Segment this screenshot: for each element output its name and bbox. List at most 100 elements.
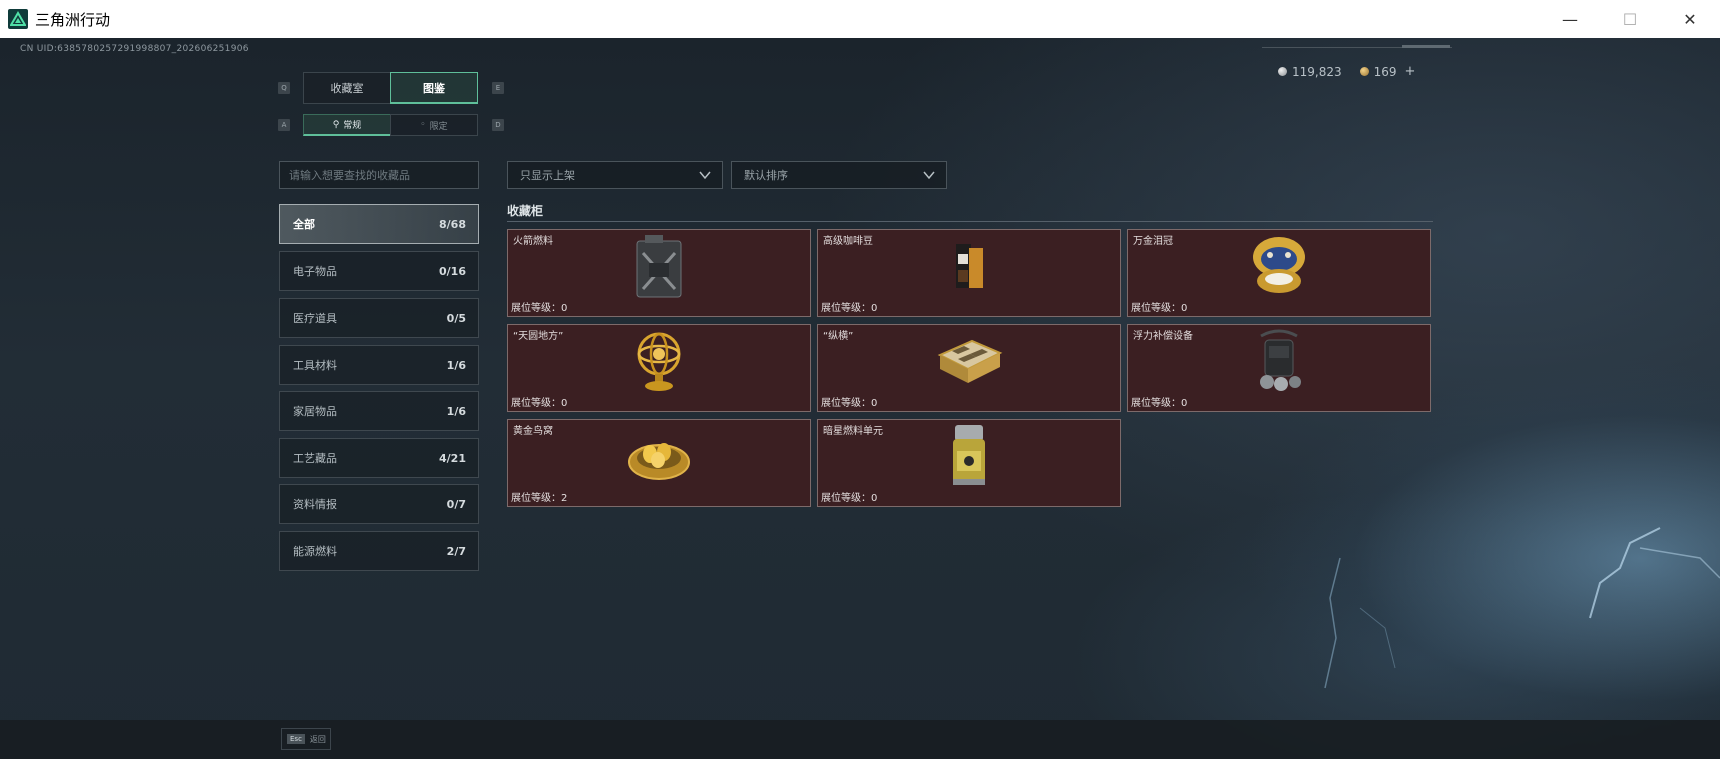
item-card-golden-nest[interactable]: 黄金鸟窝 展位等级：2 — [507, 419, 811, 507]
category-label: 工具材料 — [293, 359, 337, 372]
chevron-down-icon — [923, 171, 935, 180]
item-display-level: 展位等级：0 — [1131, 398, 1188, 409]
silver-amount: 119,823 — [1292, 64, 1342, 79]
limited-icon: ◦ — [420, 120, 426, 130]
sort-dropdown[interactable]: 默认排序 — [731, 161, 947, 189]
category-label: 全部 — [293, 218, 315, 231]
gold-coin-icon — [1359, 67, 1369, 76]
tab-limited[interactable]: ◦ 限定 — [390, 114, 478, 136]
item-name: 浮力补偿设备 — [1133, 331, 1193, 342]
search-input[interactable]: 请输入想要查找的收藏品 — [279, 161, 479, 189]
category-label: 工艺藏品 — [293, 452, 337, 465]
category-all[interactable]: 全部 8/68 — [279, 204, 479, 244]
category-label: 资料情报 — [293, 498, 337, 511]
chevron-down-icon — [699, 171, 711, 180]
top-divider-accent — [1402, 45, 1450, 48]
user-uid: CN UID:6385780257291998807_202606251906 — [20, 44, 249, 54]
close-button[interactable]: ✕ — [1660, 0, 1720, 38]
item-name: 高级咖啡豆 — [823, 236, 873, 247]
category-electronics[interactable]: 电子物品 0/16 — [279, 251, 479, 291]
add-currency-button[interactable]: + — [1405, 64, 1416, 79]
golden-nest-icon — [626, 430, 692, 486]
item-card-bcd[interactable]: 浮力补偿设备 展位等级：0 — [1127, 324, 1431, 412]
item-name: 黄金鸟窝 — [513, 426, 553, 437]
item-card-coffee-beans[interactable]: 高级咖啡豆 展位等级：0 — [817, 229, 1121, 317]
search-placeholder: 请输入想要查找的收藏品 — [289, 169, 410, 182]
back-label: 返回 — [309, 734, 326, 744]
tab-label: 常规 — [343, 121, 362, 131]
window-title: 三角洲行动 — [35, 10, 111, 29]
coffee-bag-icon — [952, 240, 986, 296]
section-title: 收藏柜 — [507, 204, 544, 218]
item-name: 万金泪冠 — [1133, 236, 1173, 247]
bcd-device-icon — [1251, 328, 1307, 398]
item-card-darkstar-fuel-cell[interactable]: 暗星燃料单元 展位等级：0 — [817, 419, 1121, 507]
item-name: “纵横” — [823, 331, 854, 342]
item-card-rocket-fuel[interactable]: 火箭燃料 展位等级：0 — [507, 229, 811, 317]
tab-catalog[interactable]: 图鉴 — [390, 72, 478, 104]
dropdown-value: 默认排序 — [744, 169, 788, 182]
category-household[interactable]: 家居物品 1/6 — [279, 391, 479, 431]
item-name: “天圆地方” — [513, 331, 564, 342]
item-display-level: 展位等级：0 — [821, 493, 878, 504]
item-display-level: 展位等级：0 — [511, 303, 568, 314]
game-viewport: CN UID:6385780257291998807_202606251906 … — [0, 38, 1720, 759]
section-divider — [507, 221, 1433, 222]
minimize-button[interactable]: — — [1540, 0, 1600, 38]
bottom-bar: Esc 返回 — [0, 720, 1720, 759]
tab-label: 收藏室 — [330, 82, 364, 95]
app-logo-icon — [8, 9, 28, 29]
item-name: 火箭燃料 — [513, 236, 553, 247]
key-hint-a: A — [278, 119, 290, 131]
tab-collection-room[interactable]: 收藏室 — [303, 72, 391, 104]
lightning-decoration — [1324, 527, 1720, 689]
category-intel[interactable]: 资料情报 0/7 — [279, 484, 479, 524]
category-count: 0/7 — [446, 497, 466, 511]
back-button[interactable]: Esc 返回 — [281, 728, 331, 750]
category-label: 电子物品 — [293, 265, 337, 278]
category-count: 1/6 — [446, 358, 466, 372]
category-count: 2/7 — [446, 544, 466, 558]
fuel-can-icon — [631, 233, 687, 303]
category-count: 4/21 — [439, 451, 466, 465]
tab-label: 图鉴 — [423, 81, 445, 95]
dropdown-value: 只显示上架 — [520, 169, 575, 182]
category-label: 能源燃料 — [293, 545, 337, 558]
maximize-button[interactable]: ☐ — [1600, 0, 1660, 38]
category-count: 0/16 — [439, 264, 466, 278]
tab-regular[interactable]: ⚲ 常规 — [303, 114, 391, 136]
fuel-cell-icon — [947, 423, 991, 493]
category-crafts[interactable]: 工艺藏品 4/21 — [279, 438, 479, 478]
category-energy[interactable]: 能源燃料 2/7 — [279, 531, 479, 571]
window-titlebar: 三角洲行动 — ☐ ✕ — [0, 0, 1720, 38]
category-tools[interactable]: 工具材料 1/6 — [279, 345, 479, 385]
tab-label: 限定 — [429, 121, 448, 132]
category-count: 8/68 — [439, 217, 466, 231]
item-display-level: 展位等级：0 — [1131, 303, 1188, 314]
item-display-level: 展位等级：0 — [821, 303, 878, 314]
esc-key-hint: Esc — [287, 734, 305, 744]
key-hint-d: D — [492, 119, 504, 131]
item-display-level: 展位等级：2 — [511, 493, 568, 504]
item-display-level: 展位等级：0 — [511, 398, 568, 409]
item-name: 暗星燃料单元 — [823, 426, 883, 437]
chess-box-icon — [934, 333, 1004, 393]
category-label: 医疗道具 — [293, 312, 337, 325]
flask-icon: ⚲ — [332, 119, 340, 130]
item-card-armillary[interactable]: “天圆地方” 展位等级：0 — [507, 324, 811, 412]
armillary-sphere-icon — [631, 328, 687, 398]
item-display-level: 展位等级：0 — [821, 398, 878, 409]
show-filter-dropdown[interactable]: 只显示上架 — [507, 161, 723, 189]
currency-bar: 119,823 169 + — [1278, 64, 1415, 79]
item-card-chess-box[interactable]: “纵横” 展位等级：0 — [817, 324, 1121, 412]
silver-coin-icon — [1278, 67, 1287, 76]
gold-amount: 169 — [1373, 64, 1397, 79]
jeweled-egg-icon — [1248, 233, 1310, 303]
item-card-crown-egg[interactable]: 万金泪冠 展位等级：0 — [1127, 229, 1431, 317]
category-count: 0/5 — [446, 311, 466, 325]
key-hint-e: E — [492, 82, 504, 94]
category-medical[interactable]: 医疗道具 0/5 — [279, 298, 479, 338]
category-count: 1/6 — [446, 404, 466, 418]
key-hint-q: Q — [278, 82, 290, 94]
category-label: 家居物品 — [293, 405, 337, 418]
